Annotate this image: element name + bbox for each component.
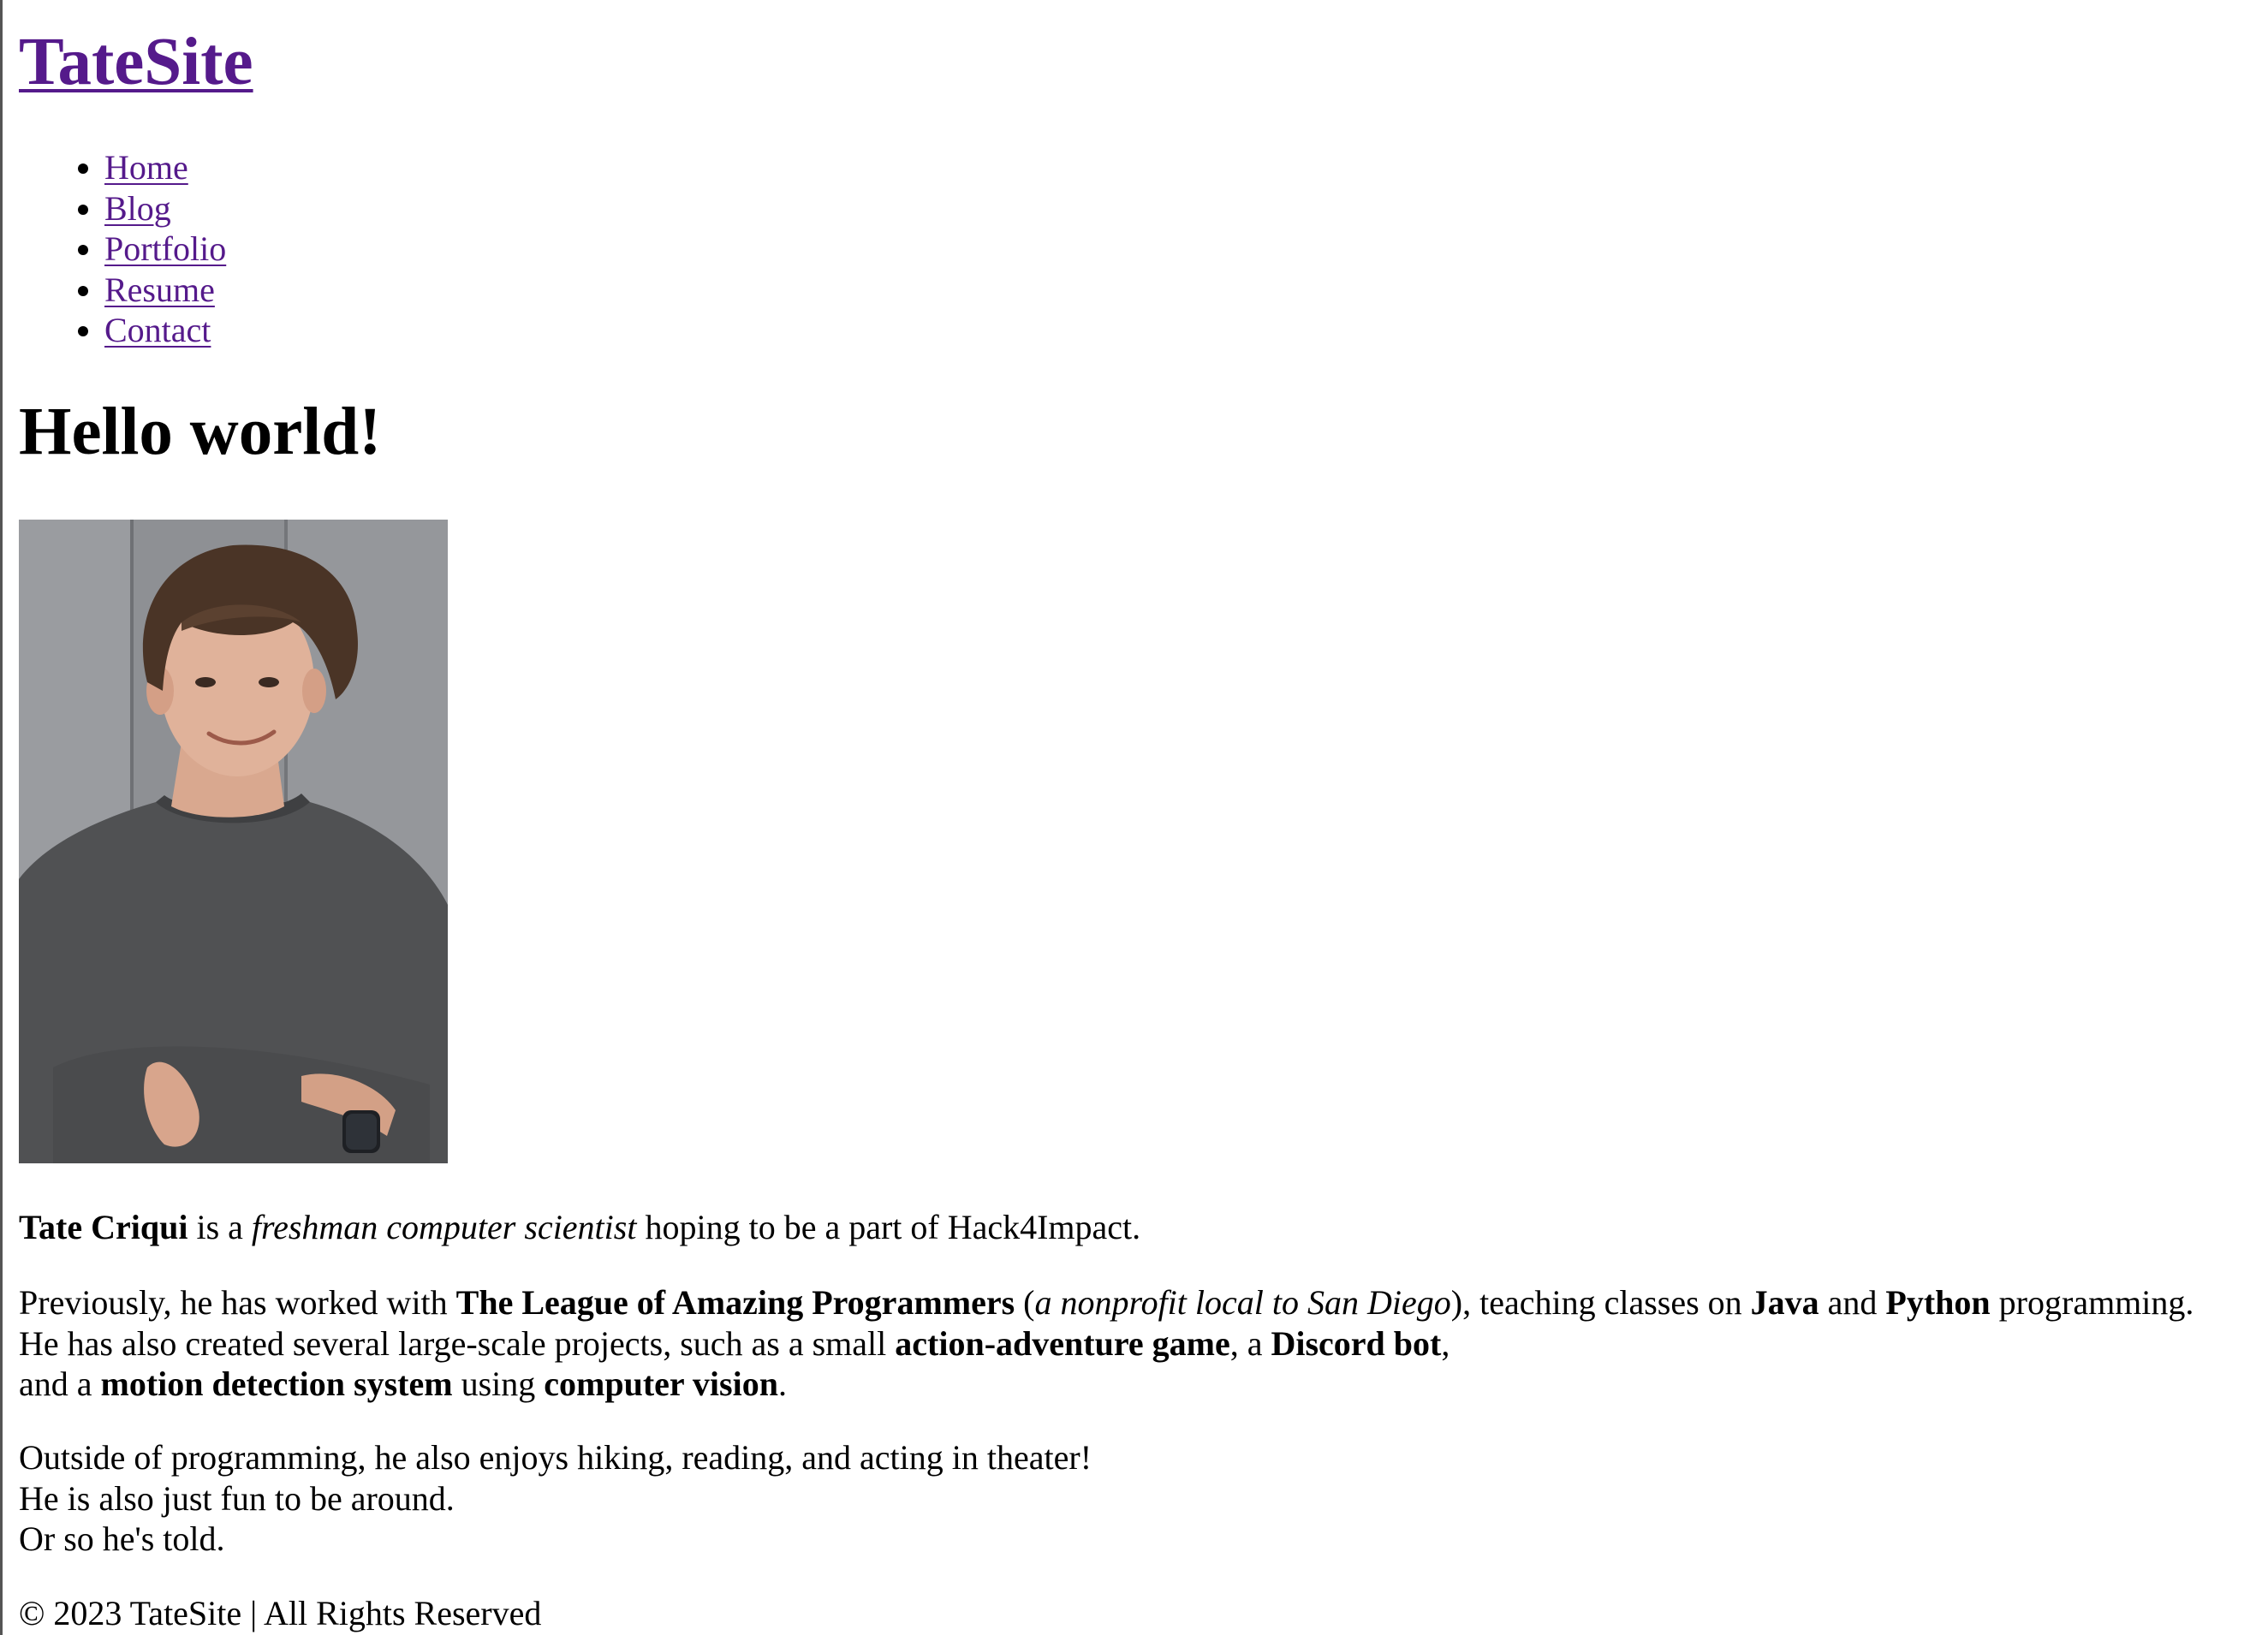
exp-text-7: , a [1229,1323,1271,1363]
nav-link-blog[interactable]: Blog [104,189,171,228]
org-name: The League of Amazing Programmers [455,1283,1015,1322]
exp-text-10: using [452,1364,545,1403]
nav-item-resume: Resume [104,270,226,311]
project-discord-bot: Discord bot [1271,1323,1442,1363]
exp-text-3: ), teaching classes on [1450,1283,1751,1322]
site-title: TateSite [19,24,253,102]
hobbies-line-2: He is also just fun to be around. [19,1478,455,1518]
hobbies-line-1: Outside of programming, he also enjoys h… [19,1438,1092,1477]
intro-paragraph: Tate Criqui is a freshman computer scien… [19,1207,1140,1248]
exp-text-2: ( [1015,1283,1035,1322]
exp-text-5: programming. [1990,1283,2194,1322]
footer-copyright: © 2023 TateSite | All Rights Reserved [19,1594,542,1632]
person-name: Tate Criqui [19,1208,188,1246]
page-heading: Hello world! [19,395,382,469]
intro-text-1: is a [188,1208,252,1246]
tech-computer-vision: computer vision [544,1364,778,1403]
hobbies-paragraph: Outside of programming, he also enjoys h… [19,1437,1092,1560]
project-game: action-adventure game [895,1323,1230,1363]
portrait-photo-illustration [19,520,448,1163]
exp-text-8: , [1441,1323,1450,1363]
page-left-border [0,0,3,1635]
nav-item-contact: Contact [104,310,226,351]
nav-item-portfolio: Portfolio [104,229,226,270]
hobbies-line-3: Or so he's told. [19,1519,225,1558]
portrait-photo [19,520,448,1163]
nav-link-contact[interactable]: Contact [104,311,211,349]
exp-text-4: and [1819,1283,1886,1322]
org-note: a nonprofit local to San Diego [1034,1283,1451,1322]
lang-python: Python [1885,1283,1991,1322]
exp-text-11: . [777,1364,787,1403]
nav-link-resume[interactable]: Resume [104,271,215,309]
nav-link-home[interactable]: Home [104,148,188,187]
site-title-link[interactable]: TateSite [19,25,253,99]
exp-text-9: and a [19,1364,101,1403]
intro-text-2: hoping to be a part of Hack4Impact. [636,1208,1141,1246]
exp-text-6: He has also created several large-scale … [19,1323,896,1363]
project-motion-detection: motion detection system [100,1364,453,1403]
exp-text-1: Previously, he has worked with [19,1283,456,1322]
nav-item-home: Home [104,147,226,188]
experience-paragraph: Previously, he has worked with The Leagu… [19,1282,2194,1405]
nav-link-portfolio[interactable]: Portfolio [104,229,226,268]
lang-java: Java [1750,1283,1819,1322]
nav-item-blog: Blog [104,188,226,229]
main-nav: Home Blog Portfolio Resume Contact [19,147,226,351]
person-role: freshman computer scientist [251,1208,637,1246]
